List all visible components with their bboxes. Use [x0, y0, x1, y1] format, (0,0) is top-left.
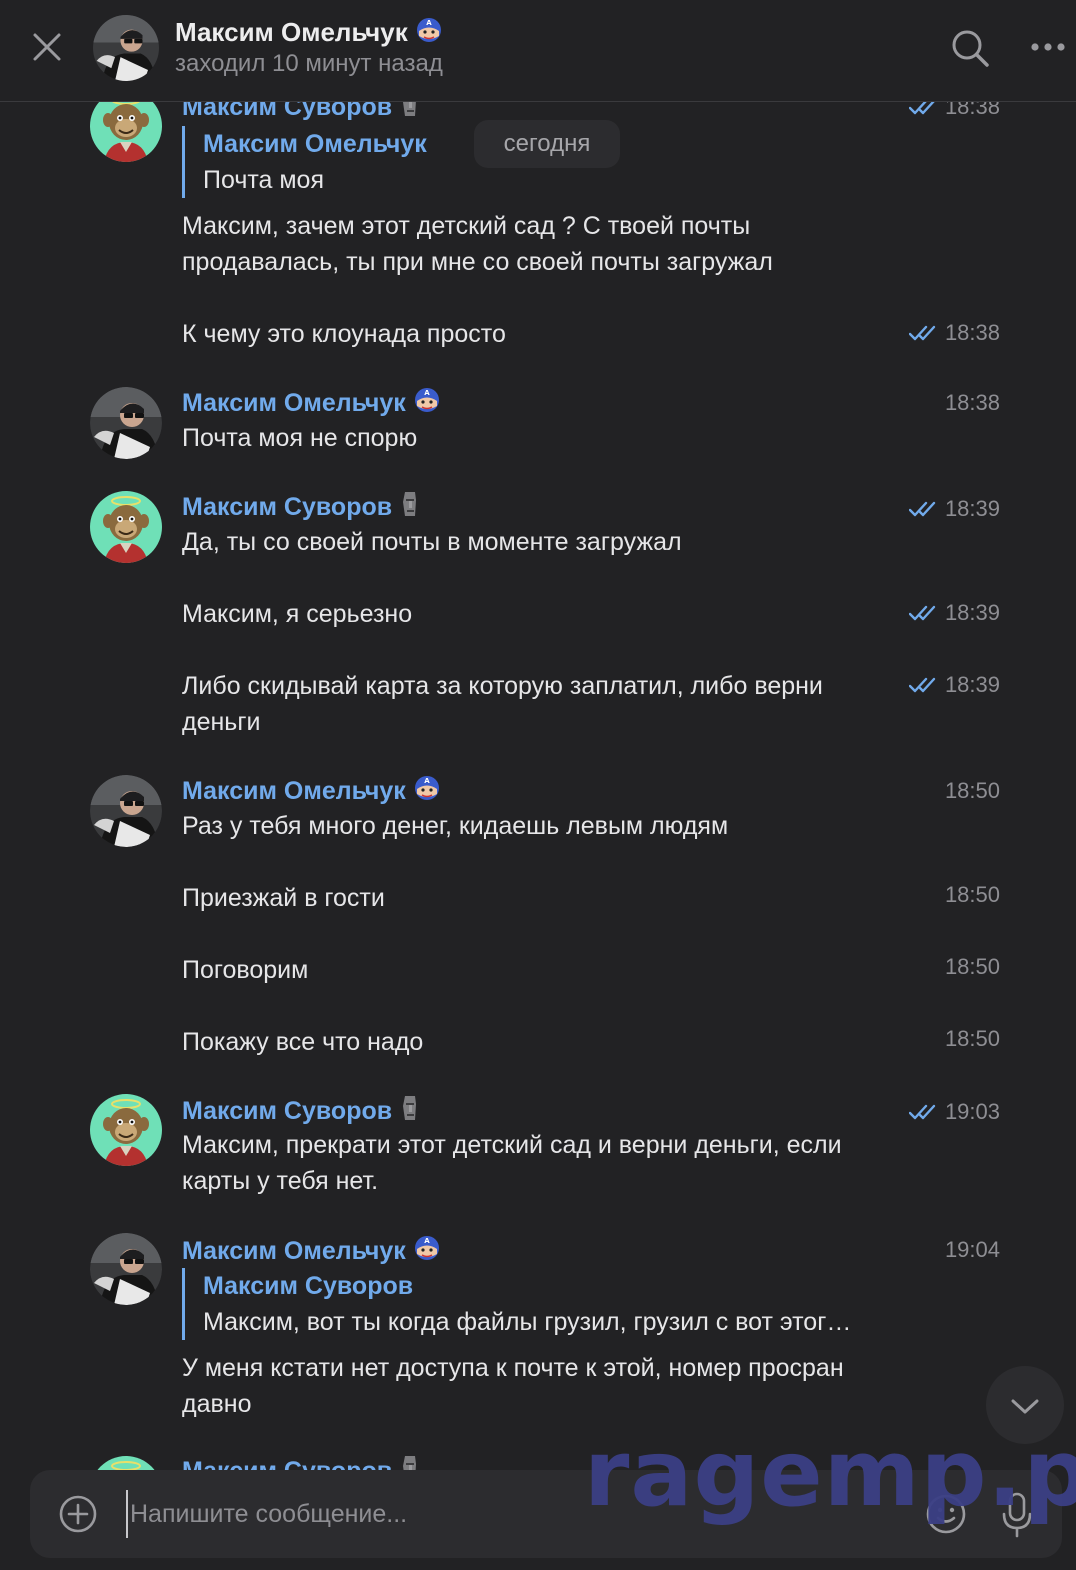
time-text: 18:38: [944, 390, 1000, 415]
message-text: Почта моя не спорю: [182, 424, 418, 452]
reply-text: Максим, вот ты когда файлы грузил, грузи…: [203, 1308, 852, 1336]
message-time: 18:39: [909, 600, 1000, 626]
chat-title-text: Максим Омельчук: [175, 17, 408, 47]
message-author[interactable]: Максим Суворов: [182, 490, 420, 522]
moai-emoji-icon: [400, 1094, 420, 1122]
search-icon: [952, 30, 989, 67]
date-separator: сегодня: [474, 120, 620, 168]
author-name: Максим Омельчук: [182, 777, 406, 805]
double-check-icon: [909, 1103, 939, 1121]
author-name: Максим Суворов: [182, 493, 393, 521]
message-time: 19:03: [909, 1099, 1000, 1125]
plus-circle-icon: [59, 1495, 97, 1533]
time-text: 19:03: [944, 1099, 1000, 1124]
message-list: сегодня Максим Суворов 18:38 Максим Омел…: [0, 102, 1076, 1570]
reply-author: Максим Суворов: [203, 1272, 414, 1300]
message-text: Либо скидывай карта за которую заплатил,…: [182, 672, 823, 736]
more-button[interactable]: [1028, 30, 1068, 64]
double-check-icon: [909, 676, 939, 694]
message-time: 19:04: [945, 1237, 1000, 1263]
time-text: 18:39: [944, 672, 1000, 697]
message-text: Поговорим: [182, 956, 309, 984]
author-name: Максим Суворов: [182, 102, 393, 121]
avatar[interactable]: [90, 491, 162, 563]
time-text: 18:50: [944, 954, 1000, 979]
message-time: 18:38: [909, 320, 1000, 346]
time-text: 18:50: [944, 778, 1000, 803]
close-button[interactable]: [28, 28, 66, 66]
time-text: 18:50: [944, 882, 1000, 907]
message-text: Максим, зачем этот детский сад ? С твоей…: [182, 212, 773, 276]
chat-header: Максим Омельчук заходил 10 минут назад: [0, 0, 1076, 102]
double-check-icon: [909, 102, 939, 116]
double-check-icon: [909, 500, 939, 518]
captain-emoji-icon: [414, 1234, 440, 1262]
double-check-icon: [909, 324, 939, 342]
message-text: У меня кстати нет доступа к почте к этой…: [182, 1354, 844, 1418]
message-author[interactable]: Максим Суворов: [182, 102, 420, 122]
message-text: Да, ты со своей почты в моменте загружал: [182, 528, 682, 556]
header-avatar[interactable]: [93, 15, 159, 81]
close-icon: [33, 33, 61, 61]
last-seen-status: заходил 10 минут назад: [175, 50, 443, 77]
search-button[interactable]: [948, 26, 992, 70]
time-text: 18:39: [944, 496, 1000, 521]
avatar[interactable]: [90, 1094, 162, 1166]
message-text: Максим, я серьезно: [182, 600, 413, 628]
time-text: 18:38: [944, 102, 1000, 119]
captain-emoji-icon: [414, 774, 440, 802]
message-time: 18:50: [945, 778, 1000, 804]
captain-emoji-icon: [416, 16, 442, 44]
avatar[interactable]: [90, 102, 162, 162]
author-name: Максим Суворов: [182, 1097, 393, 1125]
time-text: 18:50: [944, 1026, 1000, 1051]
message-time: 18:39: [909, 496, 1000, 522]
double-check-icon: [909, 604, 939, 622]
author-name: Максим Омельчук: [182, 1237, 406, 1265]
message-time: 18:38: [909, 102, 1000, 120]
reply-quote[interactable]: Максим Суворов Максим, вот ты когда файл…: [182, 1268, 922, 1340]
moai-emoji-icon: [400, 490, 420, 518]
attach-button[interactable]: [58, 1494, 98, 1534]
avatar[interactable]: [90, 387, 162, 459]
message-author[interactable]: Максим Омельчук: [182, 386, 440, 418]
avatar[interactable]: [90, 1233, 162, 1305]
message-time: 18:38: [945, 390, 1000, 416]
message-time: 18:50: [945, 882, 1000, 908]
time-text: 18:38: [944, 320, 1000, 345]
moai-emoji-icon: [400, 102, 420, 118]
message-text: К чему это клоунада просто: [182, 320, 506, 348]
message-text: Раз у тебя много денег, кидаешь левым лю…: [182, 812, 729, 840]
message-author[interactable]: Максим Суворов: [182, 1094, 420, 1126]
chat-title[interactable]: Максим Омельчук: [175, 16, 442, 48]
message-time: 18:39: [909, 672, 1000, 698]
time-text: 19:04: [944, 1237, 1000, 1262]
message-author[interactable]: Максим Омельчук: [182, 774, 440, 806]
message-text: Максим, прекрати этот детский сад и верн…: [182, 1131, 842, 1195]
author-name: Максим Омельчук: [182, 389, 406, 417]
avatar[interactable]: [90, 775, 162, 847]
time-text: 18:39: [944, 600, 1000, 625]
more-icon: [1031, 43, 1065, 51]
captain-emoji-icon: [414, 386, 440, 414]
message-time: 18:50: [945, 954, 1000, 980]
chat-window: Максим Омельчук заходил 10 минут назад с…: [0, 0, 1076, 1570]
message-text: Приезжай в гости: [182, 884, 385, 912]
message-text: Покажу все что надо: [182, 1028, 424, 1056]
message-author[interactable]: Максим Омельчук: [182, 1234, 440, 1266]
message-time: 18:50: [945, 1026, 1000, 1052]
watermark: ragemp.pro: [584, 1420, 1076, 1527]
message-feed[interactable]: сегодня Максим Суворов 18:38 Максим Омел…: [0, 102, 1076, 1570]
